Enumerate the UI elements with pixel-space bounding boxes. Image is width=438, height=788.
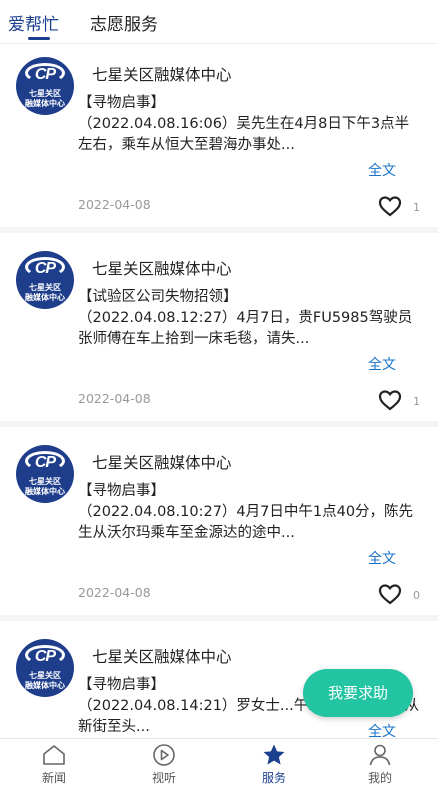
post-date: 2022-04-08	[78, 197, 151, 212]
nav-news[interactable]: 新闻	[24, 743, 84, 786]
post-tag: 【寻物启事】	[78, 95, 165, 111]
avatar-text: 融媒体中心	[25, 681, 65, 690]
avatar: CP 七星关区 融媒体中心	[16, 57, 74, 115]
post-text: （2022.04.08.12:27）4月7日，贵FU5985驾驶员张师傅在车上拾…	[78, 310, 413, 347]
avatar-text: 融媒体中心	[25, 487, 65, 496]
post-body: 【寻物启事】 （2022.04.08.10:27）4月7日中午1点40分，陈先生…	[78, 481, 423, 544]
like-count: 0	[413, 589, 420, 602]
star-icon	[261, 743, 287, 767]
post-card[interactable]: CP 七星关区 融媒体中心 七星关区融媒体中心 【寻物启事】 （2022.04.…	[0, 45, 438, 233]
request-help-button[interactable]: 我要求助	[303, 669, 413, 717]
post-author: 七星关区融媒体中心	[92, 260, 232, 278]
avatar-text: 融媒体中心	[25, 99, 65, 108]
post-author: 七星关区融媒体中心	[92, 648, 232, 666]
avatar-text: 七星关区	[29, 671, 61, 680]
heart-icon[interactable]	[378, 583, 402, 605]
post-date: 2022-04-08	[78, 391, 151, 406]
read-more-link[interactable]: 全文	[368, 721, 396, 738]
post-author: 七星关区融媒体中心	[92, 66, 232, 84]
read-more-link[interactable]: 全文	[368, 160, 396, 180]
home-icon	[41, 743, 67, 767]
nav-media[interactable]: 视听	[134, 743, 194, 786]
bottom-nav: 新闻 视听 服务 我的	[0, 738, 438, 788]
read-more-link[interactable]: 全文	[368, 354, 396, 374]
post-body: 【寻物启事】 （2022.04.08.16:06）吴先生在4月8日下午3点半左右…	[78, 93, 423, 156]
play-icon	[151, 743, 177, 767]
heart-icon[interactable]	[378, 195, 402, 217]
avatar: CP 七星关区 融媒体中心	[16, 445, 74, 503]
top-tab-bar: 爱帮忙 志愿服务	[0, 0, 438, 44]
like-count: 1	[413, 201, 420, 214]
avatar: CP 七星关区 融媒体中心	[16, 251, 74, 309]
post-author: 七星关区融媒体中心	[92, 454, 232, 472]
user-icon	[367, 743, 393, 767]
post-feed[interactable]: CP 七星关区 融媒体中心 七星关区融媒体中心 【寻物启事】 （2022.04.…	[0, 45, 438, 738]
post-card[interactable]: CP 七星关区 融媒体中心 七星关区融媒体中心 【试验区公司失物招领】 （202…	[0, 239, 438, 427]
active-tab-indicator	[28, 37, 50, 40]
post-tag: 【寻物启事】	[78, 483, 165, 499]
avatar: CP 七星关区 融媒体中心	[16, 639, 74, 697]
tab-volunteer[interactable]: 志愿服务	[90, 10, 158, 35]
nav-label: 服务	[261, 771, 286, 785]
tab-help[interactable]: 爱帮忙	[8, 10, 59, 35]
post-date: 2022-04-08	[78, 585, 151, 600]
nav-mine[interactable]: 我的	[350, 743, 410, 786]
heart-icon[interactable]	[378, 389, 402, 411]
avatar-text: 七星关区	[29, 477, 61, 486]
nav-service[interactable]: 服务	[244, 743, 304, 786]
read-more-link[interactable]: 全文	[368, 548, 396, 568]
avatar-text: 融媒体中心	[25, 293, 65, 302]
avatar-text: 七星关区	[29, 283, 61, 292]
nav-label: 我的	[367, 771, 392, 785]
nav-label: 新闻	[41, 771, 66, 785]
post-body: 【试验区公司失物招领】 （2022.04.08.12:27）4月7日，贵FU59…	[78, 287, 423, 350]
post-text: （2022.04.08.16:06）吴先生在4月8日下午3点半左右，乘车从恒大至…	[78, 116, 410, 153]
avatar-text: 七星关区	[29, 89, 61, 98]
post-card[interactable]: CP 七星关区 融媒体中心 七星关区融媒体中心 【寻物启事】 （2022.04.…	[0, 433, 438, 621]
post-tag: 【试验区公司失物招领】	[78, 289, 238, 305]
like-count: 1	[413, 395, 420, 408]
post-text: （2022.04.08.10:27）4月7日中午1点40分，陈先生从沃尔玛乘车至…	[78, 504, 414, 541]
nav-label: 视听	[151, 771, 176, 785]
